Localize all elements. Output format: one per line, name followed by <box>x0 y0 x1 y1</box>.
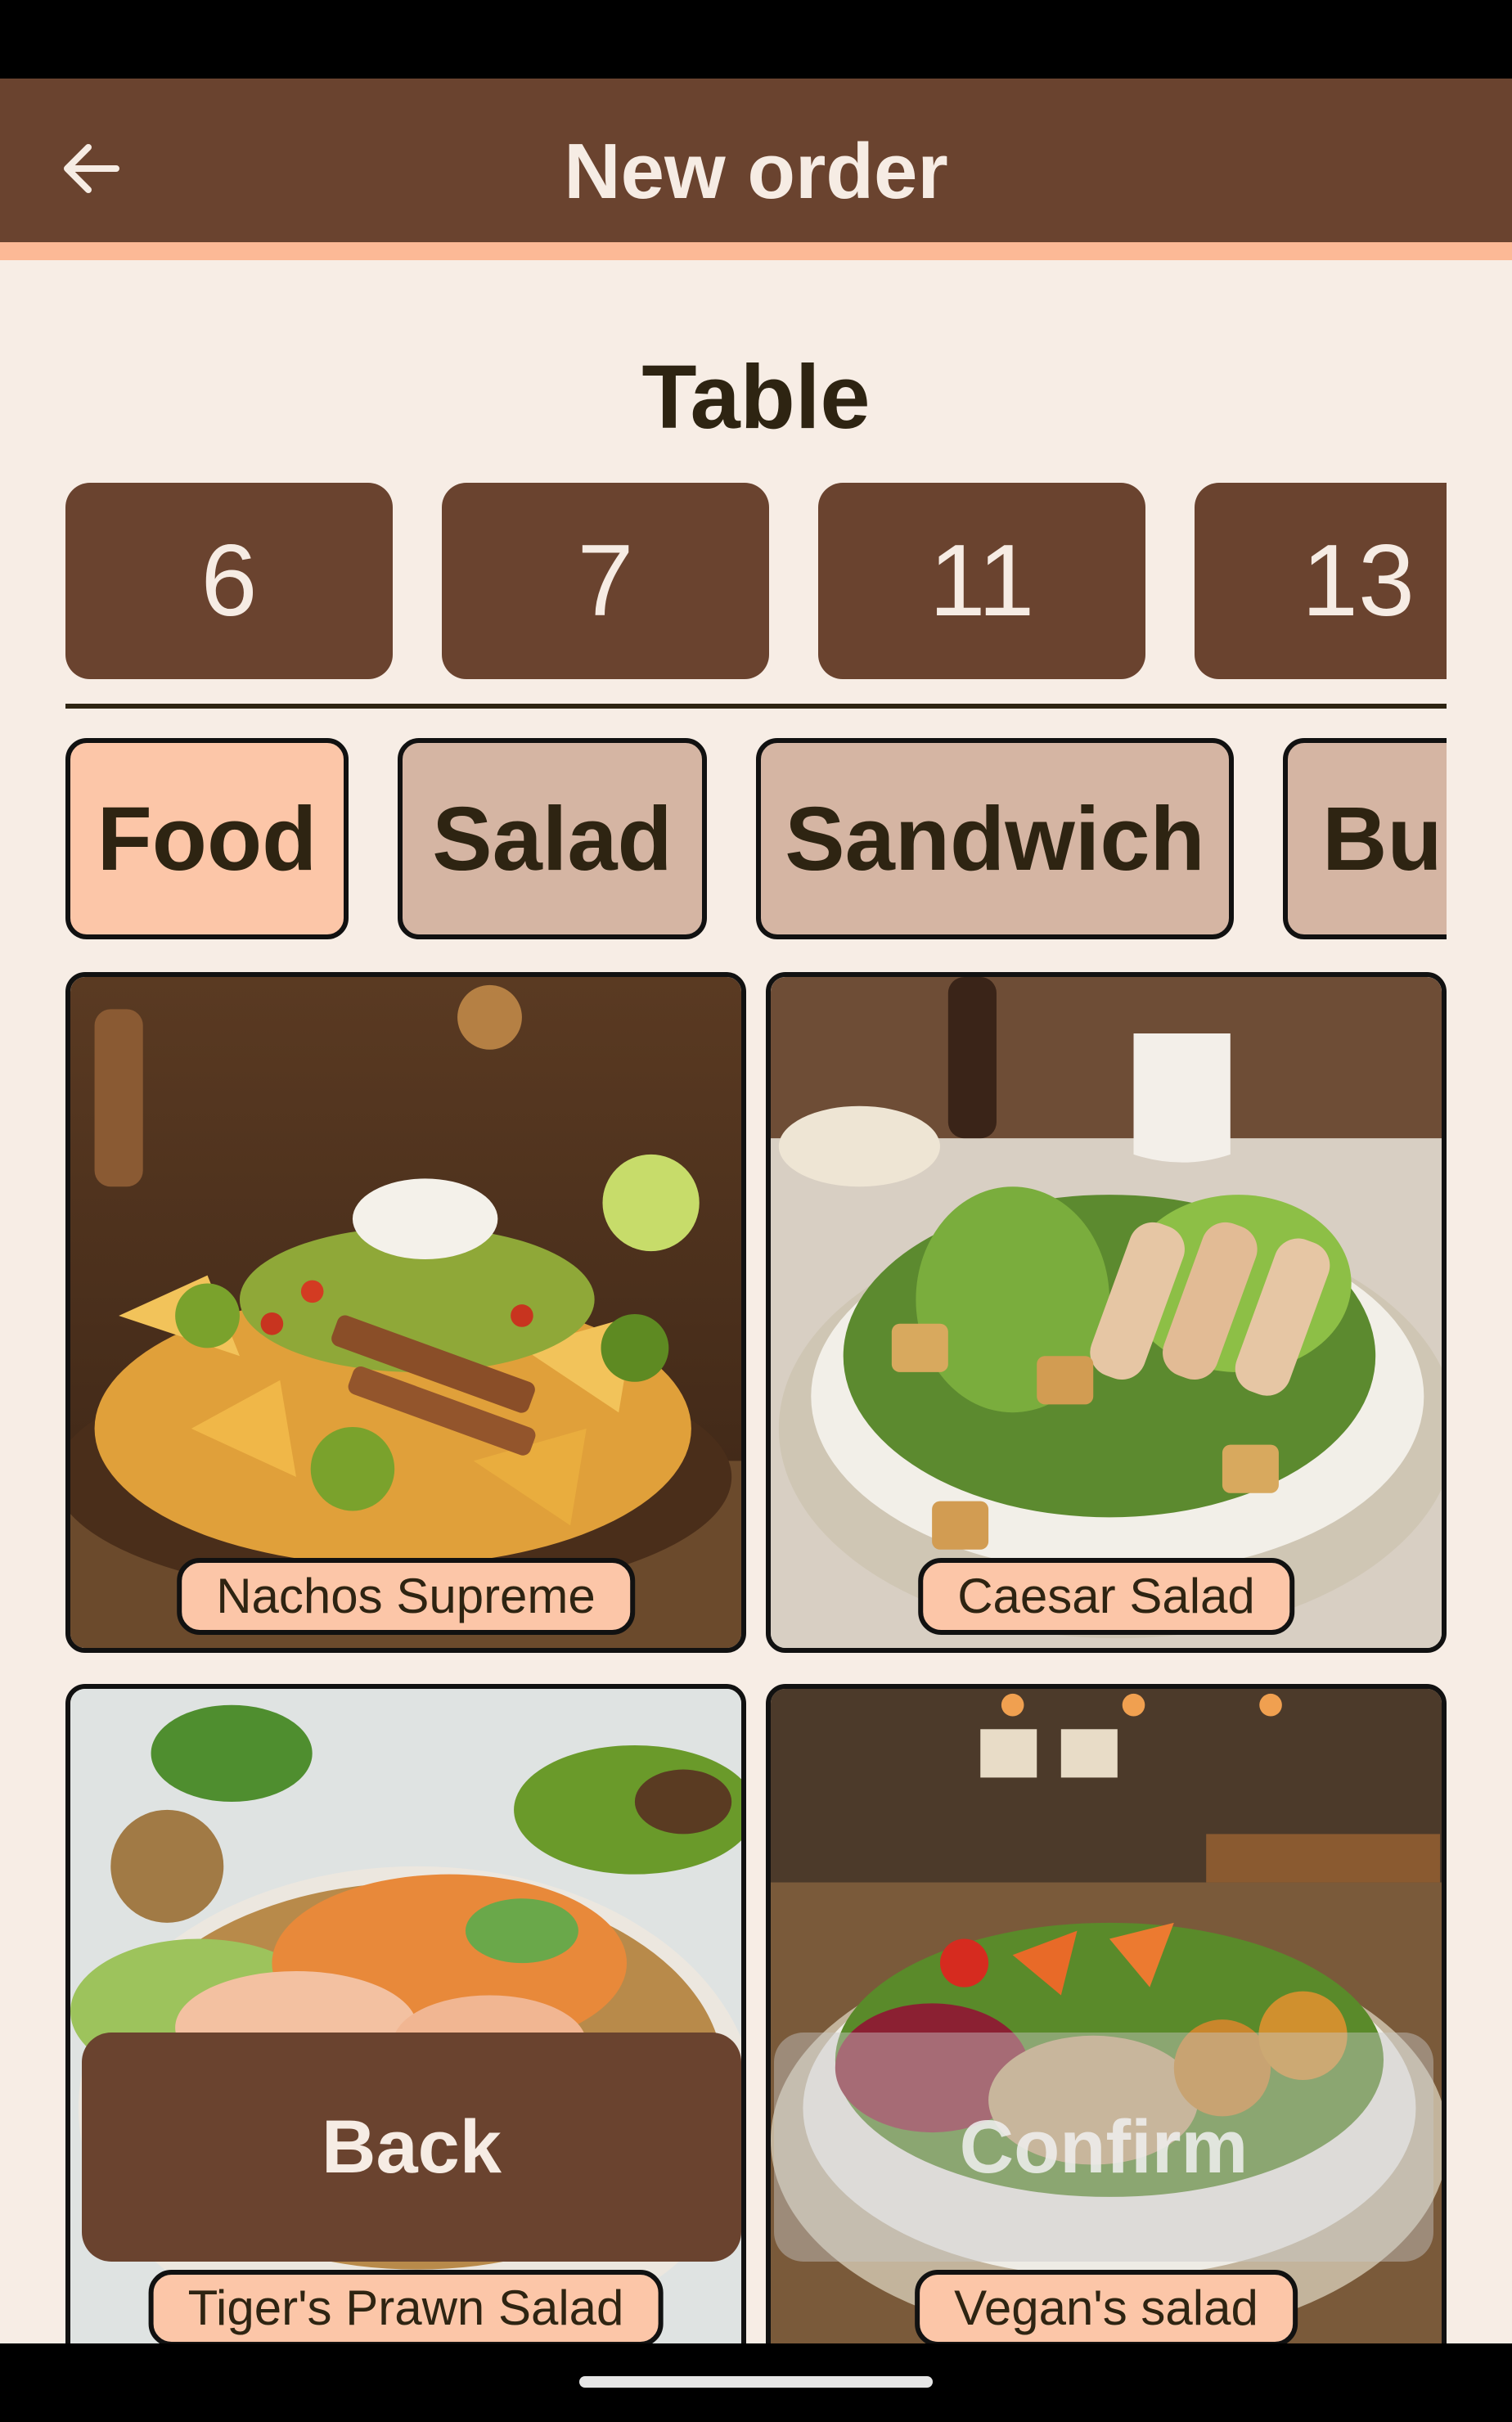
category-tab-food[interactable]: Food <box>65 738 349 939</box>
back-button[interactable]: Back <box>82 2033 741 2262</box>
menu-item-card[interactable]: Caesar Salad <box>766 972 1447 1653</box>
table-chip[interactable]: 13 <box>1195 483 1447 679</box>
confirm-button[interactable]: Confirm <box>774 2033 1433 2262</box>
app-bar-accent <box>0 242 1512 260</box>
main-content: Table 6 7 11 13 Food Salad Sandwich Burg… <box>0 260 1512 2343</box>
menu-item-name: Tiger's Prawn Salad <box>148 2270 664 2343</box>
table-section-title: Table <box>641 347 871 448</box>
menu-item-name: Caesar Salad <box>918 1558 1294 1635</box>
category-tab-sandwich[interactable]: Sandwich <box>756 738 1234 939</box>
nachos-image <box>70 977 741 1648</box>
menu-item-name: Vegan's salad <box>915 2270 1298 2343</box>
category-tabs: Food Salad Sandwich Burger <box>65 738 1447 939</box>
menu-item-name: Nachos Supreme <box>177 1558 635 1635</box>
status-bar <box>0 0 1512 79</box>
caesar-salad-image <box>771 977 1442 1648</box>
category-tab-salad[interactable]: Salad <box>398 738 707 939</box>
divider <box>65 704 1447 709</box>
table-chip[interactable]: 6 <box>65 483 393 679</box>
page-title: New order <box>564 128 948 215</box>
table-chip[interactable]: 11 <box>818 483 1145 679</box>
category-tab-burger[interactable]: Burger <box>1283 738 1447 939</box>
table-selector: 6 7 11 13 <box>65 483 1447 679</box>
home-gesture-handle[interactable] <box>579 2376 933 2388</box>
system-nav-bar <box>0 2343 1512 2422</box>
table-chip[interactable]: 7 <box>442 483 769 679</box>
menu-item-card[interactable]: Nachos Supreme <box>65 972 746 1653</box>
